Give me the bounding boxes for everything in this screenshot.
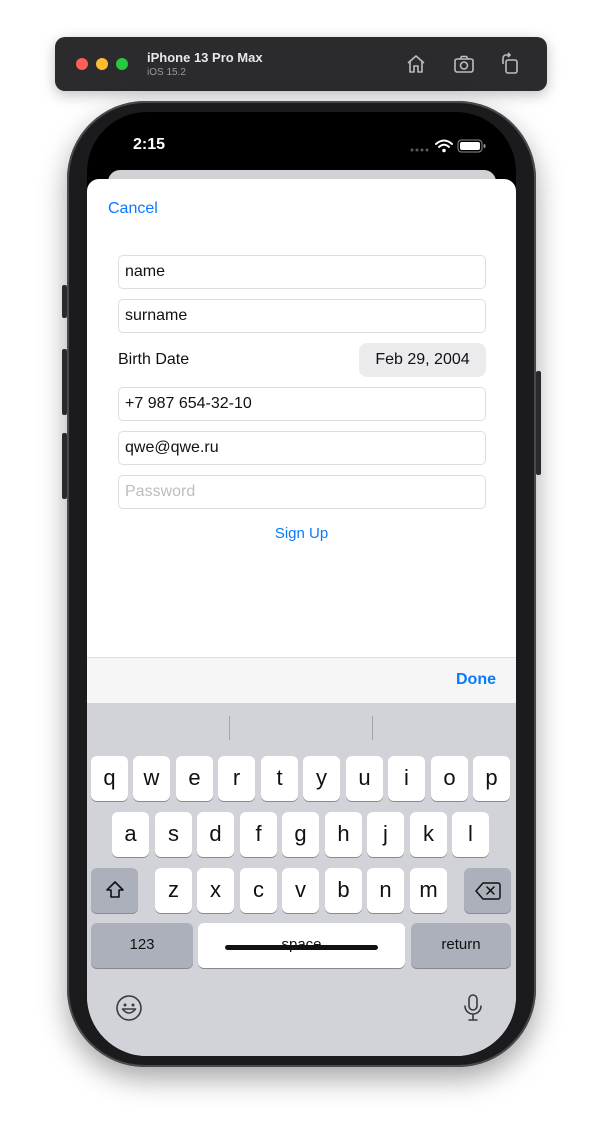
microphone-icon[interactable] bbox=[461, 993, 485, 1023]
key-o[interactable]: o bbox=[431, 756, 468, 801]
keyboard: q w e r t y u i o p a s d f g h j k l z … bbox=[87, 703, 516, 1056]
minimize-window-button[interactable] bbox=[96, 58, 108, 70]
key-e[interactable]: e bbox=[176, 756, 213, 801]
phone-screen: 2:15 Cancel name surname Birth Date Feb … bbox=[87, 112, 516, 1056]
status-time: 2:15 bbox=[133, 136, 166, 153]
home-icon[interactable] bbox=[404, 52, 428, 76]
screenshot-icon[interactable] bbox=[452, 52, 476, 76]
key-n[interactable]: n bbox=[367, 868, 404, 913]
key-k[interactable]: k bbox=[410, 812, 447, 857]
rotate-icon[interactable] bbox=[498, 52, 522, 76]
key-u[interactable]: u bbox=[346, 756, 383, 801]
device-name: iPhone 13 Pro Max bbox=[147, 50, 263, 65]
key-v[interactable]: v bbox=[282, 868, 319, 913]
signal-icon bbox=[410, 148, 429, 152]
key-f[interactable]: f bbox=[240, 812, 277, 857]
key-b[interactable]: b bbox=[325, 868, 362, 913]
status-icons bbox=[410, 139, 486, 153]
simulator-title-bar: iPhone 13 Pro Max iOS 15.2 bbox=[55, 37, 547, 91]
power-button bbox=[536, 371, 541, 475]
key-w[interactable]: w bbox=[133, 756, 170, 801]
sign-up-button[interactable]: Sign Up bbox=[87, 525, 516, 542]
key-h[interactable]: h bbox=[325, 812, 362, 857]
numbers-key[interactable]: 123 bbox=[91, 923, 193, 968]
volume-down-button bbox=[62, 433, 67, 499]
birth-date-picker[interactable]: Feb 29, 2004 bbox=[359, 343, 486, 377]
key-l[interactable]: l bbox=[452, 812, 489, 857]
name-field[interactable]: name bbox=[118, 255, 486, 289]
emoji-icon[interactable] bbox=[115, 994, 143, 1022]
phone-field[interactable]: +7 987 654-32-10 bbox=[118, 387, 486, 421]
key-a[interactable]: a bbox=[112, 812, 149, 857]
suggestion-divider bbox=[372, 716, 373, 740]
key-r[interactable]: r bbox=[218, 756, 255, 801]
password-field[interactable]: Password bbox=[118, 475, 486, 509]
key-y[interactable]: y bbox=[303, 756, 340, 801]
key-c[interactable]: c bbox=[240, 868, 277, 913]
os-version: iOS 15.2 bbox=[147, 67, 186, 78]
battery-icon bbox=[457, 139, 486, 153]
key-m[interactable]: m bbox=[410, 868, 447, 913]
key-p[interactable]: p bbox=[473, 756, 510, 801]
shift-key[interactable] bbox=[91, 868, 138, 913]
key-g[interactable]: g bbox=[282, 812, 319, 857]
mute-switch bbox=[62, 285, 67, 318]
backspace-icon bbox=[475, 882, 501, 900]
surname-field[interactable]: surname bbox=[118, 299, 486, 333]
done-button[interactable]: Done bbox=[456, 671, 496, 689]
key-z[interactable]: z bbox=[155, 868, 192, 913]
key-i[interactable]: i bbox=[388, 756, 425, 801]
key-s[interactable]: s bbox=[155, 812, 192, 857]
delete-key[interactable] bbox=[464, 868, 511, 913]
keyboard-toolbar: Done bbox=[87, 657, 516, 703]
return-key[interactable]: return bbox=[411, 923, 511, 968]
cancel-button[interactable]: Cancel bbox=[108, 200, 158, 218]
key-d[interactable]: d bbox=[197, 812, 234, 857]
home-indicator bbox=[225, 945, 378, 950]
close-window-button[interactable] bbox=[76, 58, 88, 70]
shift-icon bbox=[106, 881, 124, 898]
volume-up-button bbox=[62, 349, 67, 415]
signup-sheet: Cancel name surname Birth Date Feb 29, 2… bbox=[87, 179, 516, 1056]
email-field[interactable]: qwe@qwe.ru bbox=[118, 431, 486, 465]
birth-date-label: Birth Date bbox=[118, 351, 190, 368]
key-t[interactable]: t bbox=[261, 756, 298, 801]
wifi-icon bbox=[435, 139, 453, 148]
zoom-window-button[interactable] bbox=[116, 58, 128, 70]
phone-frame: 2:15 Cancel name surname Birth Date Feb … bbox=[62, 101, 541, 1067]
key-x[interactable]: x bbox=[197, 868, 234, 913]
key-q[interactable]: q bbox=[91, 756, 128, 801]
suggestion-divider bbox=[229, 716, 230, 740]
key-j[interactable]: j bbox=[367, 812, 404, 857]
